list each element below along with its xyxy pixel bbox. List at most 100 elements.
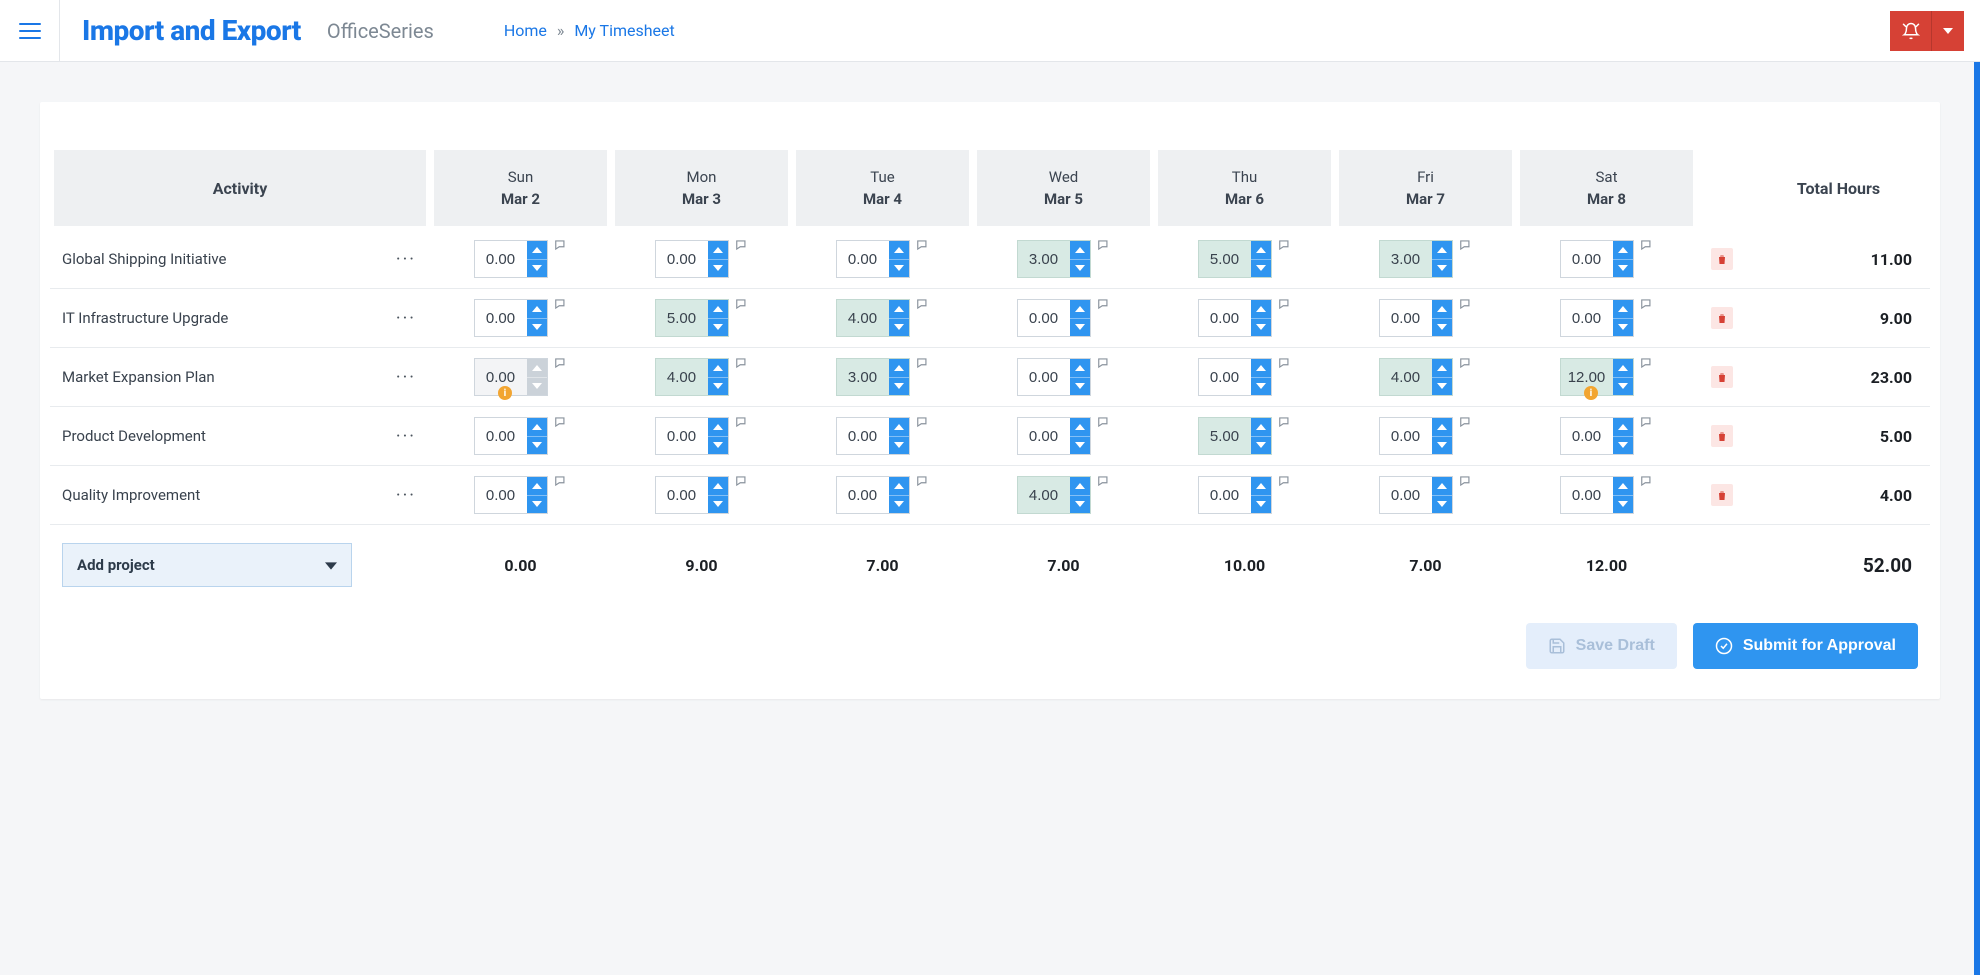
hours-decrement-button[interactable] bbox=[1613, 437, 1633, 455]
hours-decrement-button[interactable] bbox=[708, 260, 728, 278]
notifications-button[interactable] bbox=[1890, 11, 1932, 51]
hours-input[interactable] bbox=[837, 300, 889, 336]
hours-input[interactable] bbox=[837, 477, 889, 513]
hours-increment-button[interactable] bbox=[708, 241, 728, 260]
hours-input[interactable] bbox=[656, 477, 708, 513]
hours-decrement-button[interactable] bbox=[708, 496, 728, 514]
cell-note-icon[interactable] bbox=[1278, 297, 1292, 311]
cell-note-icon[interactable] bbox=[1640, 415, 1654, 429]
cell-note-icon[interactable] bbox=[1640, 356, 1654, 370]
hours-increment-button[interactable] bbox=[1432, 418, 1452, 437]
hours-increment-button[interactable] bbox=[1251, 418, 1271, 437]
hours-increment-button[interactable] bbox=[1251, 241, 1271, 260]
cell-note-icon[interactable] bbox=[1459, 238, 1473, 252]
cell-note-icon[interactable] bbox=[735, 238, 749, 252]
hours-input[interactable] bbox=[837, 359, 889, 395]
hours-input[interactable] bbox=[1561, 477, 1613, 513]
notifications-dropdown-toggle[interactable] bbox=[1932, 11, 1964, 51]
breadcrumb-home-link[interactable]: Home bbox=[504, 21, 547, 40]
cell-note-icon[interactable] bbox=[1097, 356, 1111, 370]
hours-decrement-button[interactable] bbox=[1070, 378, 1090, 396]
hours-increment-button[interactable] bbox=[1251, 359, 1271, 378]
hours-input[interactable] bbox=[1380, 241, 1432, 277]
save-draft-button[interactable]: Save Draft bbox=[1526, 623, 1677, 669]
hours-decrement-button[interactable] bbox=[1251, 496, 1271, 514]
hours-input[interactable] bbox=[475, 418, 527, 454]
hours-input[interactable] bbox=[1018, 418, 1070, 454]
hours-input[interactable] bbox=[475, 477, 527, 513]
cell-note-icon[interactable] bbox=[554, 356, 568, 370]
hours-increment-button[interactable] bbox=[1432, 300, 1452, 319]
cell-note-icon[interactable] bbox=[554, 238, 568, 252]
breadcrumb-current-link[interactable]: My Timesheet bbox=[574, 21, 674, 40]
cell-note-icon[interactable] bbox=[1640, 297, 1654, 311]
cell-note-icon[interactable] bbox=[735, 356, 749, 370]
hours-decrement-button[interactable] bbox=[708, 319, 728, 337]
cell-note-icon[interactable] bbox=[1640, 238, 1654, 252]
hours-decrement-button[interactable] bbox=[708, 378, 728, 396]
cell-note-icon[interactable] bbox=[1278, 474, 1292, 488]
hours-decrement-button[interactable] bbox=[889, 319, 909, 337]
hours-input[interactable] bbox=[1018, 300, 1070, 336]
hours-increment-button[interactable] bbox=[889, 300, 909, 319]
hours-decrement-button[interactable] bbox=[1251, 319, 1271, 337]
hours-input[interactable] bbox=[837, 241, 889, 277]
hours-decrement-button[interactable] bbox=[527, 496, 547, 514]
hours-input[interactable] bbox=[1199, 359, 1251, 395]
hours-increment-button[interactable] bbox=[1251, 300, 1271, 319]
cell-note-icon[interactable] bbox=[1459, 297, 1473, 311]
hours-decrement-button[interactable] bbox=[1432, 319, 1452, 337]
hours-increment-button[interactable] bbox=[1432, 241, 1452, 260]
hours-input[interactable] bbox=[1018, 359, 1070, 395]
row-actions-menu-icon[interactable]: ··· bbox=[388, 426, 424, 447]
cell-note-icon[interactable] bbox=[1278, 238, 1292, 252]
hours-decrement-button[interactable] bbox=[1613, 496, 1633, 514]
cell-note-icon[interactable] bbox=[1278, 356, 1292, 370]
cell-note-icon[interactable] bbox=[916, 474, 930, 488]
hours-input[interactable] bbox=[1561, 241, 1613, 277]
hours-input[interactable] bbox=[1199, 300, 1251, 336]
hours-decrement-button[interactable] bbox=[1613, 319, 1633, 337]
hours-decrement-button[interactable] bbox=[1070, 496, 1090, 514]
hours-input[interactable] bbox=[1380, 359, 1432, 395]
row-actions-menu-icon[interactable]: ··· bbox=[388, 367, 424, 388]
hours-increment-button[interactable] bbox=[1613, 359, 1633, 378]
hours-increment-button[interactable] bbox=[889, 418, 909, 437]
row-actions-menu-icon[interactable]: ··· bbox=[388, 249, 424, 270]
hours-increment-button[interactable] bbox=[1070, 418, 1090, 437]
cell-note-icon[interactable] bbox=[1097, 415, 1111, 429]
delete-row-button[interactable] bbox=[1711, 307, 1733, 329]
hours-decrement-button[interactable] bbox=[1251, 378, 1271, 396]
warning-indicator-icon[interactable]: i bbox=[1584, 386, 1598, 400]
hours-decrement-button[interactable] bbox=[708, 437, 728, 455]
row-actions-menu-icon[interactable]: ··· bbox=[388, 485, 424, 506]
cell-note-icon[interactable] bbox=[735, 297, 749, 311]
hours-decrement-button[interactable] bbox=[1070, 437, 1090, 455]
hours-decrement-button[interactable] bbox=[1070, 319, 1090, 337]
hours-increment-button[interactable] bbox=[708, 418, 728, 437]
hours-decrement-button[interactable] bbox=[889, 496, 909, 514]
hours-increment-button[interactable] bbox=[889, 359, 909, 378]
hours-decrement-button[interactable] bbox=[1432, 260, 1452, 278]
hours-decrement-button[interactable] bbox=[889, 378, 909, 396]
hours-input[interactable] bbox=[1561, 418, 1613, 454]
hours-input[interactable] bbox=[475, 300, 527, 336]
hours-increment-button[interactable] bbox=[1070, 477, 1090, 496]
hours-increment-button[interactable] bbox=[708, 359, 728, 378]
hours-decrement-button[interactable] bbox=[889, 260, 909, 278]
cell-note-icon[interactable] bbox=[735, 415, 749, 429]
delete-row-button[interactable] bbox=[1711, 484, 1733, 506]
hours-decrement-button[interactable] bbox=[1432, 437, 1452, 455]
hours-input[interactable] bbox=[1199, 241, 1251, 277]
hours-decrement-button[interactable] bbox=[527, 260, 547, 278]
delete-row-button[interactable] bbox=[1711, 366, 1733, 388]
hours-input[interactable] bbox=[656, 418, 708, 454]
hours-decrement-button[interactable] bbox=[1432, 496, 1452, 514]
hours-input[interactable] bbox=[1380, 300, 1432, 336]
hours-decrement-button[interactable] bbox=[1251, 260, 1271, 278]
hours-decrement-button[interactable] bbox=[1251, 437, 1271, 455]
hours-decrement-button[interactable] bbox=[1432, 378, 1452, 396]
hours-decrement-button[interactable] bbox=[1613, 260, 1633, 278]
hamburger-menu-icon[interactable] bbox=[19, 23, 41, 39]
cell-note-icon[interactable] bbox=[1640, 474, 1654, 488]
